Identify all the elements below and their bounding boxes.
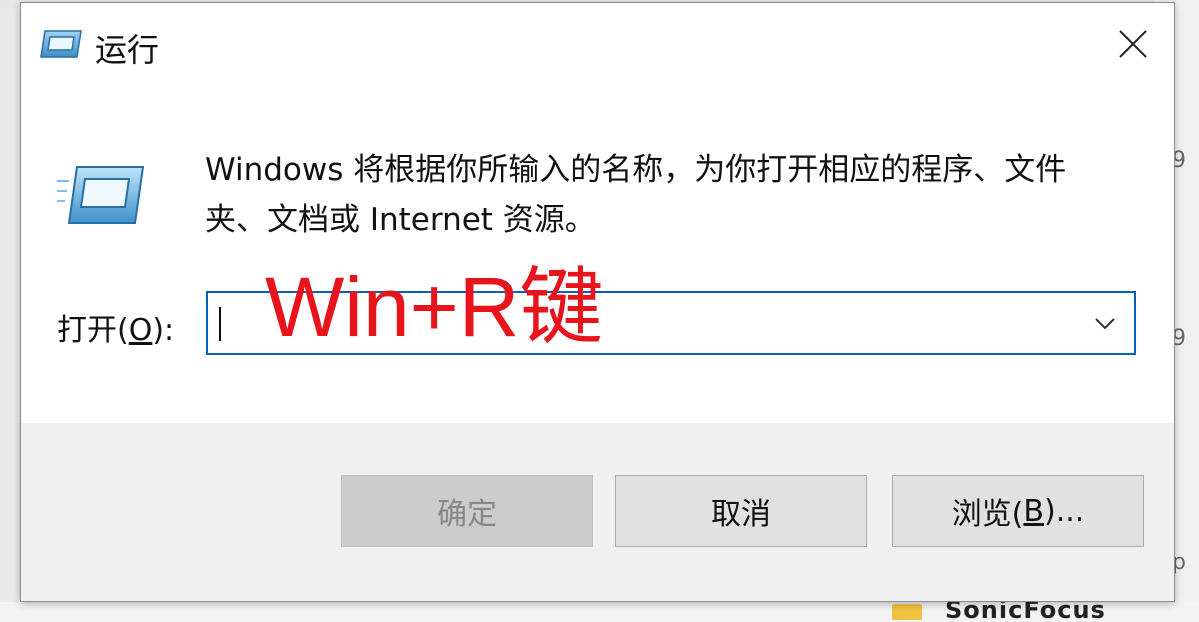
window-title: 运行: [95, 31, 160, 69]
button-accesskey: B: [1023, 493, 1044, 529]
browse-button[interactable]: 浏览(B)...: [892, 475, 1144, 547]
ok-button[interactable]: 确定: [341, 475, 593, 547]
title-bar[interactable]: 运行: [21, 3, 1174, 85]
button-text: )...: [1044, 493, 1085, 529]
folder-icon: [892, 604, 922, 620]
button-text: 浏览(: [951, 497, 1024, 532]
keyboard-shortcut-annotation: Win+R键: [265, 260, 604, 354]
close-icon: [1119, 30, 1147, 58]
label-text: ):: [152, 313, 175, 348]
description-line: 夹、文档或 Internet 资源。: [205, 202, 596, 238]
run-icon: [40, 30, 82, 58]
dialog-description: Windows 将根据你所输入的名称，为你打开相应的程序、文件 夹、文档或 In…: [205, 145, 1155, 245]
run-dialog: 运行 Windows 将根据你所输入的名称，为你打开相应的程序、文件 夹、文档或…: [20, 2, 1175, 602]
chevron-down-icon: [1095, 318, 1115, 330]
label-text: 打开(: [57, 313, 129, 348]
text-cursor: [219, 307, 221, 341]
cancel-button[interactable]: 取消: [615, 475, 867, 547]
dropdown-button[interactable]: [1090, 309, 1120, 339]
open-field-label: 打开(O):: [57, 305, 174, 349]
label-accesskey: O: [128, 313, 153, 348]
screen: 9 9 p SonicFocus 运行 Windows 将根据你所输入的名称，为…: [0, 0, 1199, 622]
close-button[interactable]: [1092, 3, 1174, 85]
run-icon: [57, 166, 145, 224]
description-line: Windows 将根据你所输入的名称，为你打开相应的程序、文件: [205, 152, 1067, 188]
background-bottom: SonicFocus: [0, 596, 1199, 622]
